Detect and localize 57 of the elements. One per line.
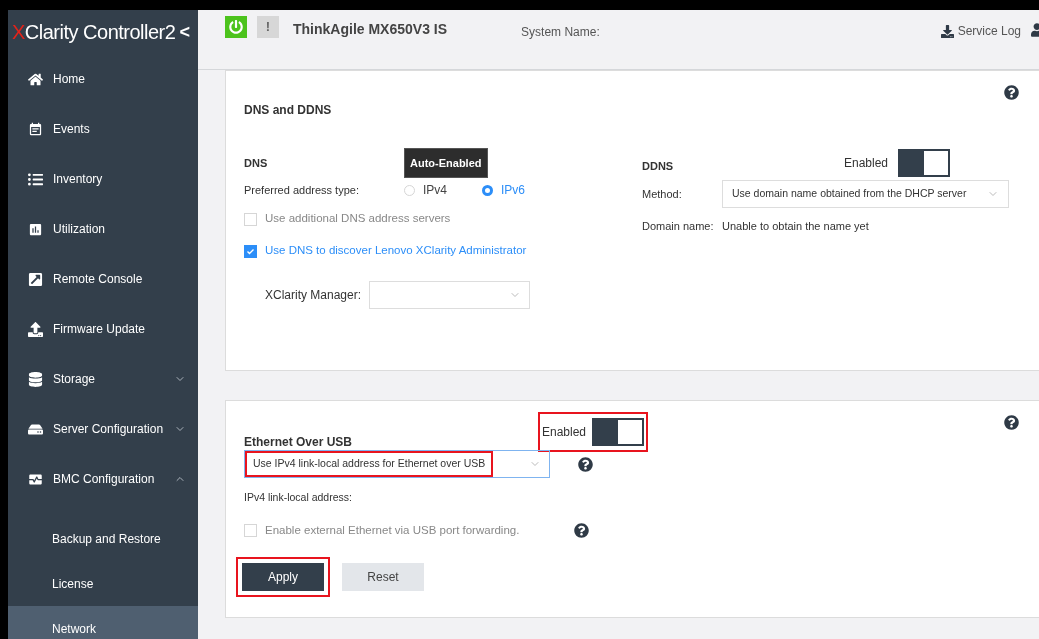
method-dropdown[interactable]: Use domain name obtained from the DHCP server xyxy=(722,180,1009,208)
checkbox[interactable] xyxy=(244,244,257,258)
field-value: Unable to obtain the name yet xyxy=(722,218,869,234)
toggle-switch[interactable] xyxy=(592,418,645,446)
checkbox-label: Use additional DNS address servers xyxy=(265,211,451,227)
calendar-icon xyxy=(28,121,43,137)
section-heading: DNS xyxy=(244,155,269,171)
field-label: XClarity Manager: xyxy=(265,287,362,304)
usb-mode-dropdown[interactable]: Use IPv4 link-local address for Ethernet over USB xyxy=(244,450,550,478)
download-icon xyxy=(940,24,954,38)
sidebar-item[interactable]: BMC Configuration xyxy=(8,454,198,504)
checkbox-label: Enable external Ethernet via USB port forwarding. xyxy=(265,522,520,538)
help-icon[interactable] xyxy=(1004,415,1019,430)
sidebar-item[interactable]: Events xyxy=(8,104,198,154)
sidebar-item[interactable]: Utilization xyxy=(8,204,198,254)
sidebar-item[interactable]: Inventory xyxy=(8,154,198,204)
section-heading: DDNS xyxy=(642,158,675,174)
system-model: ThinkAgile MX650V3 IS xyxy=(293,20,448,39)
radio-button[interactable] xyxy=(482,184,493,196)
sidebar-item[interactable]: Home xyxy=(8,54,198,104)
field-label: Preferred address type: xyxy=(244,182,360,198)
reset-button[interactable]: Reset xyxy=(342,563,424,591)
system-name-label: System Name: xyxy=(521,24,600,41)
field-label: Method: xyxy=(642,186,683,202)
toggle-switch[interactable] xyxy=(898,149,950,177)
checkmark-icon xyxy=(246,246,255,256)
status-badge: Auto-Enabled xyxy=(404,147,488,179)
collapse-button[interactable]: < xyxy=(179,18,190,46)
toggle-label: Enabled xyxy=(542,424,587,441)
help-icon[interactable] xyxy=(1004,85,1019,100)
service-log-button[interactable]: Service Log xyxy=(940,22,1021,40)
apply-button[interactable]: Apply xyxy=(242,563,324,591)
field-label: IPv4 link-local address: xyxy=(244,490,353,505)
help-icon[interactable] xyxy=(578,456,593,472)
radio-option[interactable]: IPv4 xyxy=(404,181,482,199)
card-title: DNS and DDNS xyxy=(244,102,332,119)
toggle-label: Enabled xyxy=(843,155,888,172)
sidebar-item[interactable]: Server Configuration xyxy=(8,404,198,454)
help-icon[interactable] xyxy=(574,522,589,538)
sidebar-item[interactable]: Storage xyxy=(8,354,198,404)
external-link-icon xyxy=(28,271,43,287)
home-icon xyxy=(28,71,43,87)
sidebar-subitem[interactable]: Network xyxy=(8,606,198,639)
highlight-frame: Use IPv4 link-local address for Ethernet over USB xyxy=(247,453,492,475)
card-title: Ethernet Over USB xyxy=(244,434,354,451)
list-icon xyxy=(28,171,43,187)
sidebar-subitem[interactable]: License xyxy=(8,561,198,606)
bar-chart-icon xyxy=(28,221,43,237)
warning-badge[interactable]: ! xyxy=(257,16,279,38)
product-logo: XClarity Controller2 xyxy=(12,20,176,45)
sidebar-item[interactable]: Firmware Update xyxy=(8,304,198,354)
sidebar-item[interactable]: Remote Console xyxy=(8,254,198,304)
field-label: Domain name: xyxy=(642,218,715,234)
checkbox-label: Use DNS to discover Lenovo XClarity Administrator xyxy=(265,243,527,259)
database-icon xyxy=(28,371,43,387)
sidebar-subitem[interactable]: Backup and Restore xyxy=(8,516,198,561)
upload-icon xyxy=(28,321,43,337)
